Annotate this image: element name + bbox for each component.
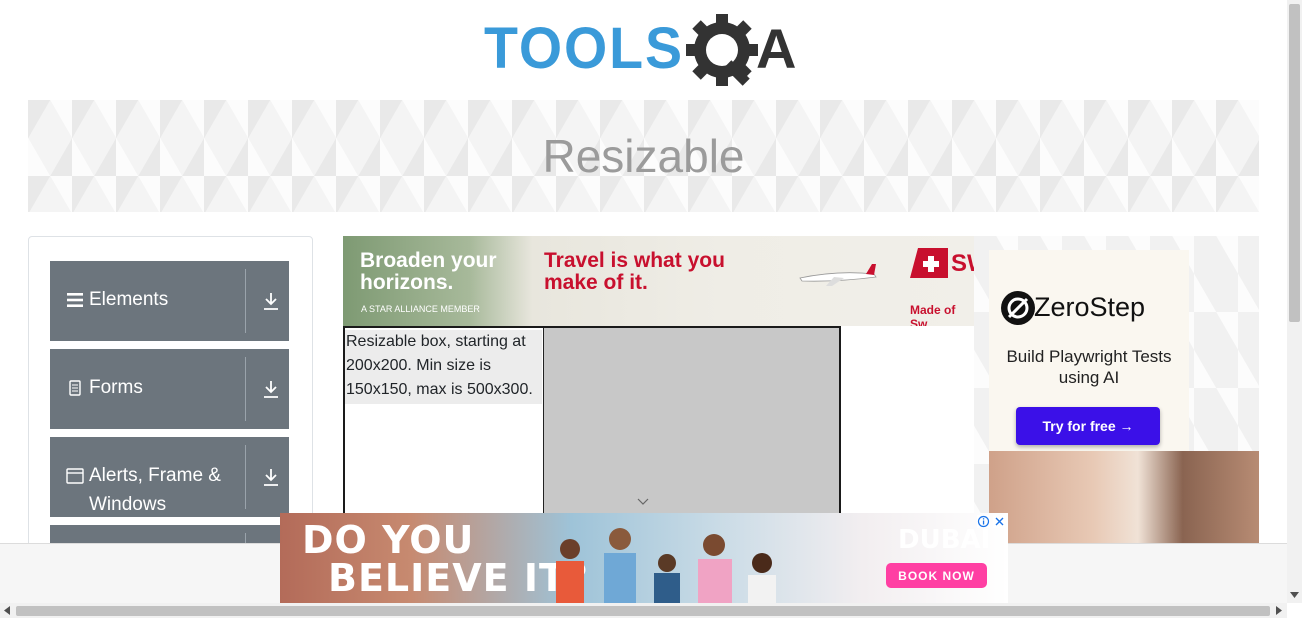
ad-left-text: Broaden your horizons.: [360, 249, 497, 294]
ad-brand-text: SW: [951, 250, 974, 277]
airplane-image: [799, 264, 877, 286]
advertisement-bottom[interactable]: DO YOU BELIEVE IT? DUBAI BOOK NOW: [280, 513, 1008, 603]
book-now-button[interactable]: BOOK NOW: [886, 563, 987, 588]
download-icon[interactable]: [262, 291, 280, 311]
resizable-box-outer[interactable]: Resizable box, starting at 200x200. Min …: [343, 326, 841, 526]
sidebar: Elements Forms Alerts, Frame & Windows: [28, 236, 313, 568]
hamburger-icon: [67, 293, 83, 307]
download-icon[interactable]: [262, 467, 280, 487]
resizable-box[interactable]: Resizable box, starting at 200x200. Min …: [345, 330, 542, 404]
ad-member-text: A STAR ALLIANCE MEMBER: [361, 304, 480, 314]
ad-info-icon[interactable]: [977, 515, 990, 528]
scroll-left-arrow-icon[interactable]: [4, 606, 10, 615]
svg-text:TOOLS: TOOLS: [484, 16, 684, 81]
vertical-scrollbar-thumb[interactable]: [1289, 4, 1300, 322]
ad-close-icon[interactable]: [993, 515, 1006, 528]
window-icon: [66, 468, 84, 484]
sidebar-group-label: Forms: [89, 377, 143, 398]
horizontal-scrollbar-thumb[interactable]: [16, 606, 1270, 616]
resize-handle-icon[interactable]: [637, 498, 649, 506]
sidebar-group-elements[interactable]: Elements: [50, 261, 289, 341]
zerostep-tagline: Build Playwright Tests using AI: [1006, 347, 1172, 387]
advertisement-top[interactable]: Broaden your horizons. A STAR ALLIANCE M…: [343, 236, 974, 326]
zerostep-brand: ZeroStep: [1034, 292, 1146, 322]
resizable-restriction-area: [543, 328, 839, 524]
scroll-down-arrow-icon[interactable]: [1290, 592, 1299, 598]
sidebar-group-label: Alerts, Frame & Windows: [89, 465, 221, 515]
document-icon: [69, 380, 81, 396]
family-photo: [556, 528, 776, 603]
swiss-logo-icon: [910, 248, 948, 278]
divider: [245, 269, 246, 333]
sidebar-group-label: Elements: [89, 289, 169, 310]
divider: [245, 357, 246, 421]
page-title: Resizable: [542, 130, 745, 182]
sidebar-group-alerts[interactable]: Alerts, Frame & Windows: [50, 437, 289, 517]
sidebar-group-forms[interactable]: Forms: [50, 349, 289, 429]
ad-tagline-text: Made of Sw: [910, 303, 956, 326]
zerostep-card[interactable]: ZeroStep Build Playwright Tests using AI…: [989, 250, 1189, 456]
scroll-right-arrow-icon[interactable]: [1276, 606, 1282, 615]
svg-text:A: A: [756, 17, 796, 80]
download-icon[interactable]: [262, 379, 280, 399]
couple-photo: [989, 451, 1259, 544]
try-for-free-button[interactable]: Try for free →: [1016, 407, 1160, 445]
toolsqa-logo[interactable]: TOOLS A: [484, 14, 808, 92]
divider: [245, 445, 246, 509]
ad-brand: DUBAI: [898, 525, 991, 555]
page-banner: Resizable: [28, 100, 1259, 212]
advertisement-right[interactable]: ZeroStep Build Playwright Tests using AI…: [974, 236, 1259, 544]
ad-main-text: Travel is what you make of it.: [544, 249, 725, 294]
zerostep-logo-icon: [1001, 291, 1035, 325]
